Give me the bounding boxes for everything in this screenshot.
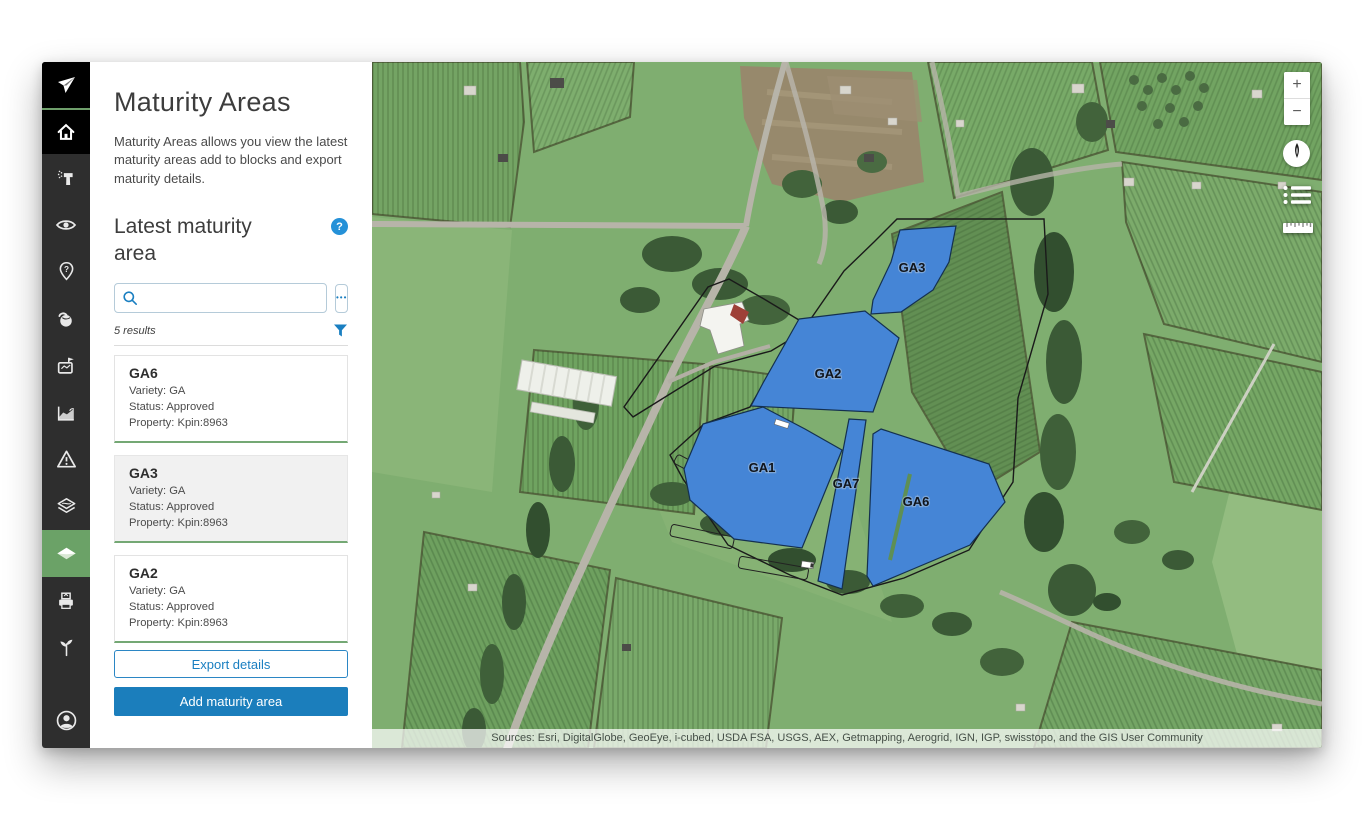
zoom-in-button[interactable]: + xyxy=(1284,72,1310,98)
home-icon xyxy=(55,121,77,143)
blocks-flag-icon xyxy=(55,355,77,377)
sidebar-item-blocks[interactable] xyxy=(42,342,90,389)
app-window: ? xyxy=(42,62,1322,748)
sidebar-item-alerts[interactable] xyxy=(42,436,90,483)
app-logo xyxy=(42,62,90,110)
sidebar-item-maturity-areas[interactable] xyxy=(42,530,90,577)
sidebar-item-export-print[interactable] xyxy=(42,577,90,624)
page-title: Maturity Areas xyxy=(114,85,348,119)
list-item-ga3[interactable]: GA3 Variety: GA Status: Approved Propert… xyxy=(114,455,348,543)
zoom-control: + − xyxy=(1284,72,1310,125)
chart-icon xyxy=(55,402,77,424)
logo-icon xyxy=(54,73,78,97)
zoom-out-button[interactable]: − xyxy=(1284,99,1310,125)
section-header: Latest maturity area ? xyxy=(114,213,348,267)
area-property: Property: Kpin:8963 xyxy=(129,616,333,632)
area-name: GA3 xyxy=(129,465,333,481)
area-label-ga1: GA1 xyxy=(749,460,776,475)
more-options-button[interactable]: ••• xyxy=(335,284,348,313)
area-label-ga2: GA2 xyxy=(815,366,842,381)
area-label-ga3: GA3 xyxy=(899,260,926,275)
add-maturity-area-button[interactable]: Add maturity area xyxy=(114,687,348,716)
map-view[interactable]: GA3 GA2 GA1 GA7 GA6 + − xyxy=(372,62,1322,748)
maturity-panel: Maturity Areas Maturity Areas allows you… xyxy=(90,62,372,748)
sidebar-item-fruit[interactable] xyxy=(42,295,90,342)
search-box[interactable] xyxy=(114,283,327,313)
satellite-imagery: GA3 GA2 GA1 GA7 GA6 xyxy=(372,62,1322,748)
area-variety: Variety: GA xyxy=(129,484,333,500)
kiwifruit-icon xyxy=(55,308,77,330)
pin-question-icon: ? xyxy=(56,260,77,283)
search-input[interactable] xyxy=(143,291,319,306)
help-icon[interactable]: ? xyxy=(331,218,348,235)
maturity-area-icon xyxy=(54,541,79,566)
sidebar-item-locations[interactable]: ? xyxy=(42,248,90,295)
layers-map-icon xyxy=(55,495,78,518)
area-name: GA6 xyxy=(129,365,333,381)
area-status: Status: Approved xyxy=(129,600,333,616)
legend-control[interactable] xyxy=(1282,184,1312,211)
account-icon xyxy=(54,708,79,733)
measure-control[interactable] xyxy=(1282,219,1314,240)
printer-icon xyxy=(55,590,77,612)
results-count: 5 results xyxy=(114,325,156,337)
sidebar-item-home[interactable] xyxy=(42,110,90,154)
list-item-ga2[interactable]: GA2 Variety: GA Status: Approved Propert… xyxy=(114,555,348,643)
eye-icon xyxy=(54,213,78,237)
page-description: Maturity Areas allows you view the lates… xyxy=(114,133,348,188)
sidebar-item-crop[interactable] xyxy=(42,624,90,671)
search-row: ••• xyxy=(114,283,348,313)
area-status: Status: Approved xyxy=(129,500,333,516)
map-attribution: Sources: Esri, DigitalGlobe, GeoEye, i-c… xyxy=(372,729,1322,748)
results-row: 5 results xyxy=(114,323,348,346)
search-icon xyxy=(122,290,138,306)
sidebar-item-spray[interactable] xyxy=(42,154,90,201)
area-property: Property: Kpin:8963 xyxy=(129,416,333,432)
measure-ruler-icon xyxy=(1282,222,1314,239)
legend-list-icon xyxy=(1282,193,1312,210)
spray-icon xyxy=(56,167,77,188)
area-label-ga7: GA7 xyxy=(833,476,860,491)
section-title: Latest maturity area xyxy=(114,213,294,267)
area-name: GA2 xyxy=(129,565,333,581)
compass-icon xyxy=(1289,142,1305,165)
results-list: GA6 Variety: GA Status: Approved Propert… xyxy=(114,355,348,643)
sidebar-item-monitoring[interactable] xyxy=(42,201,90,248)
area-status: Status: Approved xyxy=(129,400,333,416)
warning-icon xyxy=(55,448,78,471)
sidebar-item-maturity-chart[interactable] xyxy=(42,389,90,436)
sprout-icon xyxy=(56,637,77,658)
compass-control[interactable] xyxy=(1283,140,1310,167)
svg-text:?: ? xyxy=(63,264,68,274)
filter-icon[interactable] xyxy=(333,323,348,338)
area-label-ga6: GA6 xyxy=(903,494,930,509)
area-property: Property: Kpin:8963 xyxy=(129,516,333,532)
area-variety: Variety: GA xyxy=(129,584,333,600)
panel-spacer xyxy=(114,643,348,650)
list-item-ga6[interactable]: GA6 Variety: GA Status: Approved Propert… xyxy=(114,355,348,443)
sidebar-item-account[interactable] xyxy=(42,697,90,744)
area-variety: Variety: GA xyxy=(129,384,333,400)
sidebar: ? xyxy=(42,62,90,748)
export-details-button[interactable]: Export details xyxy=(114,650,348,678)
sidebar-item-map-layers[interactable] xyxy=(42,483,90,530)
